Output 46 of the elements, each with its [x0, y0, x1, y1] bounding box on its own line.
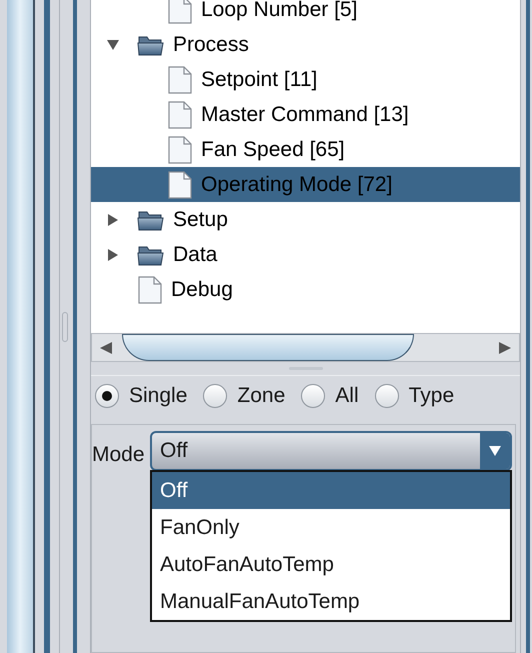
tree-item-label: Master Command [13] [201, 102, 409, 128]
tree-item-label: Setup [173, 206, 228, 233]
dropdown-option[interactable]: ManualFanAutoTemp [152, 583, 510, 620]
tree-item[interactable]: Process [91, 27, 520, 62]
radio-button[interactable] [203, 384, 228, 408]
radio-label[interactable]: Single [129, 380, 188, 412]
document-icon [167, 100, 193, 128]
tree-item[interactable]: Setpoint [11] [91, 62, 520, 97]
document-icon [137, 276, 163, 304]
dropdown-option[interactable]: FanOnly [152, 509, 510, 546]
horizontal-scrollbar[interactable] [91, 333, 520, 362]
document-icon [167, 170, 193, 198]
dropdown-option[interactable]: AutoFanAutoTemp [152, 546, 510, 583]
tree-item-label: Loop Number [5] [201, 0, 358, 23]
tree-item-label: Process [173, 32, 249, 58]
tree-item[interactable]: Master Command [13] [91, 97, 520, 132]
expanded-arrow-icon[interactable] [107, 38, 119, 50]
scroll-right-icon[interactable] [497, 342, 511, 354]
radio-button[interactable] [301, 384, 326, 408]
tree-item-label: Data [173, 242, 218, 268]
tree-item[interactable]: Fan Speed [65] [91, 132, 520, 167]
radio-label[interactable]: All [335, 380, 359, 412]
tree-item-label: Debug [171, 276, 233, 303]
radio-button[interactable] [95, 384, 119, 408]
scrollbar-thumb[interactable] [122, 334, 414, 361]
scroll-left-icon[interactable] [100, 342, 114, 354]
document-icon [167, 66, 193, 94]
tree-item-label: Operating Mode [72] [201, 172, 392, 198]
collapsed-arrow-icon[interactable] [107, 248, 119, 260]
radio-button[interactable] [374, 384, 399, 408]
dropdown-option[interactable]: Off [152, 472, 510, 509]
mode-dropdown[interactable]: Off [150, 431, 512, 471]
tree-item[interactable]: Data [91, 237, 520, 272]
tree-item-label: Setpoint [11] [201, 66, 318, 93]
dropdown-caret-icon [489, 446, 501, 456]
document-icon [167, 136, 193, 164]
tree-item-label: Fan Speed [65] [201, 136, 345, 163]
mode-label: Mode [92, 442, 146, 468]
dropdown-value: Off [159, 438, 189, 464]
radio-label[interactable]: Zone [237, 380, 286, 412]
tree-item[interactable]: Debug [91, 272, 520, 307]
tree-item[interactable]: Loop Number [5] [91, 0, 520, 27]
splitter-grip[interactable] [62, 312, 68, 342]
tree-item[interactable]: Setup [91, 202, 520, 237]
collapsed-arrow-icon[interactable] [107, 214, 119, 226]
radio-label[interactable]: Type [408, 380, 454, 412]
